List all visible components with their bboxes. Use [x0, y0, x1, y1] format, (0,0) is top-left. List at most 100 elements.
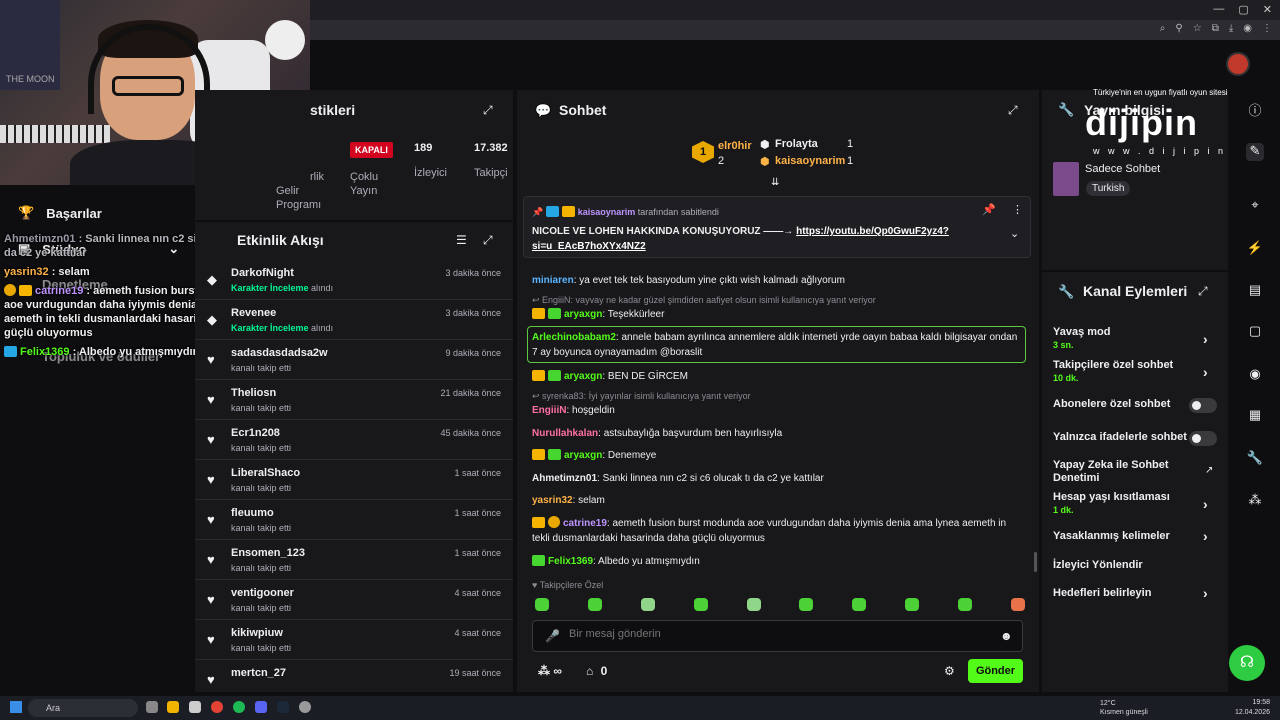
activity-username[interactable]: Ecr1n208	[231, 427, 280, 439]
close-icon[interactable]: ✕	[1263, 3, 1272, 16]
layout-icon[interactable]: ▦	[1246, 407, 1264, 425]
discord-icon[interactable]	[255, 701, 267, 713]
document-icon[interactable]: ▤	[1246, 282, 1264, 300]
collapse-icon[interactable]: ⇊	[771, 177, 779, 188]
chevron-right-icon[interactable]: ›	[1203, 364, 1208, 380]
edit-icon[interactable]: ✎	[1246, 143, 1264, 161]
expand-icon[interactable]: ⤢	[483, 103, 497, 117]
chat-scrollbar[interactable]	[1034, 552, 1037, 572]
chevron-right-icon[interactable]: ›	[1203, 331, 1208, 347]
activity-username[interactable]: mertcn_27	[231, 667, 286, 679]
activity-row[interactable]: ♥ mertcn_27 19 saat önce	[195, 660, 513, 692]
chat-username[interactable]: EngiiiN	[532, 405, 566, 416]
star-icon[interactable]: ☆	[1193, 23, 1202, 34]
activity-username[interactable]: sadasdasdadsa2w	[231, 347, 328, 359]
activity-username[interactable]: DarkofNight	[231, 267, 294, 279]
chat-username[interactable]: Nurullahkalan	[532, 428, 598, 439]
support-headset-icon[interactable]: ☊	[1229, 645, 1265, 681]
settings-gear-icon[interactable]: ⚙	[944, 664, 955, 678]
chat-username[interactable]: yasrin32	[532, 495, 573, 506]
unpin-icon[interactable]: 📌	[982, 203, 996, 216]
expand-icon[interactable]: ⤢	[1198, 284, 1212, 298]
activity-row[interactable]: ♥ Ecr1n208 kanalı takip etti 45 dakika önce	[195, 420, 513, 460]
activity-row[interactable]: ♥ sadasdasdadsa2w kanalı takip etti 9 dakik…	[195, 340, 513, 380]
activity-username[interactable]: fleuumo	[231, 507, 274, 519]
more-options-icon[interactable]: ⋮	[1012, 203, 1023, 216]
chat-username[interactable]: aryaxgn	[564, 450, 602, 461]
activity-row[interactable]: ♥ fleuumo kanalı takip etti 1 saat önce	[195, 500, 513, 540]
info-icon[interactable]: ⓘ	[1246, 100, 1264, 118]
community-icon[interactable]: ⁂	[1246, 492, 1264, 510]
chat-username[interactable]: catrine19	[563, 518, 607, 529]
file-explorer-icon[interactable]	[167, 701, 179, 713]
chat-input[interactable]	[569, 628, 989, 640]
sidebar-item-achievements[interactable]: 🏆 Başarılar	[18, 205, 102, 221]
opera-icon[interactable]	[211, 701, 223, 713]
emote-icon[interactable]	[587, 598, 602, 611]
taskbar-clock[interactable]: 19:58 12.04.2026	[1235, 698, 1270, 718]
activity-row[interactable]: ♥ ventigooner kanalı takip etti 4 saat önce	[195, 580, 513, 620]
chat-username[interactable]: Felix1369	[548, 556, 593, 567]
chat-username[interactable]: aryaxgn	[564, 309, 602, 320]
activity-row[interactable]: ♥ Theliosn kanalı takip etti 21 dakika önce	[195, 380, 513, 420]
activity-row[interactable]: ♥ Ensomen_123 kanalı takip etti 1 saat önce	[195, 540, 513, 580]
spotify-icon[interactable]	[233, 701, 245, 713]
focus-icon[interactable]: ⌖	[1246, 197, 1264, 215]
external-link-icon[interactable]: ↗	[1205, 465, 1213, 476]
settings-app-icon[interactable]	[189, 701, 201, 713]
lightning-icon[interactable]: ⚡	[1246, 240, 1264, 258]
broadcast-icon[interactable]: ◉	[1246, 366, 1264, 384]
emote-icon[interactable]	[535, 598, 549, 611]
slow-mode-item[interactable]: Yavaş mod 3 sn.	[1053, 326, 1110, 350]
microphone-icon[interactable]: 🎤	[545, 629, 560, 643]
expand-icon[interactable]: ⤢	[1008, 103, 1022, 117]
activity-username[interactable]: kikiwpiuw	[231, 627, 283, 639]
send-button[interactable]: Gönder	[968, 659, 1023, 683]
emotes-only-toggle[interactable]	[1189, 431, 1217, 446]
age-restriction-item[interactable]: Hesap yaşı kısıtlaması 1 dk.	[1053, 491, 1170, 515]
banned-words-item[interactable]: Yasaklanmış kelimeler	[1053, 530, 1170, 542]
followers-only-item[interactable]: Takipçilere özel sohbet 10 dk.	[1053, 359, 1173, 383]
chevron-down-icon[interactable]: ⌄	[1010, 227, 1019, 240]
emote-icon[interactable]	[640, 598, 655, 611]
activity-row[interactable]: ◆ DarkofNight Karakter İnceleme alındı 3 da…	[195, 260, 513, 300]
activity-username[interactable]: LiberalShaco	[231, 467, 300, 479]
user-avatar[interactable]	[1226, 52, 1250, 76]
activity-username[interactable]: Ensomen_123	[231, 547, 305, 559]
activity-row[interactable]: ♥ LiberalShaco kanalı takip etti 1 saat önc…	[195, 460, 513, 500]
wrench-icon[interactable]: 🔧	[1246, 450, 1264, 468]
extensions-icon[interactable]: ⧉	[1212, 23, 1219, 34]
profile-icon[interactable]: ◉	[1243, 23, 1252, 34]
zoom-icon[interactable]: ⌕	[1160, 23, 1166, 34]
activity-row[interactable]: ♥ kikiwpiuw kanalı takip etti 4 saat önce	[195, 620, 513, 660]
expand-icon[interactable]: ⤢	[483, 233, 497, 247]
chevron-right-icon[interactable]: ›	[1203, 496, 1208, 512]
obs-icon[interactable]	[299, 701, 311, 713]
menu-icon[interactable]: ⋮	[1262, 23, 1272, 34]
download-icon[interactable]: ⤓	[1229, 23, 1233, 34]
emote-icon[interactable]	[746, 598, 761, 611]
windows-start-icon[interactable]	[10, 701, 22, 713]
task-view-icon[interactable]	[146, 701, 158, 713]
emote-icon[interactable]	[693, 598, 708, 611]
chat-username[interactable]: aryaxgn	[564, 371, 602, 382]
activity-username[interactable]: Revenee	[231, 307, 276, 319]
viewer-mode-button[interactable]: ⁂ ∞	[538, 664, 562, 678]
minimize-icon[interactable]: —	[1213, 3, 1224, 16]
emote-icon[interactable]	[799, 598, 814, 611]
redirect-item[interactable]: İzleyici Yönlendir	[1053, 559, 1143, 571]
emote-icon[interactable]	[852, 598, 867, 611]
ai-moderation-item[interactable]: Yapay Zeka ile Sohbet Denetimi	[1053, 459, 1173, 485]
emote-icon[interactable]	[958, 598, 972, 611]
goals-item[interactable]: Hedefleri belirleyin	[1053, 587, 1151, 599]
filter-icon[interactable]: ☰	[456, 233, 470, 247]
chat-username[interactable]: Arlechinobabam2	[532, 332, 616, 343]
points-button[interactable]: ⌂ 0	[586, 664, 607, 678]
chat-username[interactable]: miniaren	[532, 275, 574, 286]
subs-only-toggle[interactable]	[1189, 398, 1217, 413]
emote-icon[interactable]	[1010, 598, 1025, 611]
taskbar-weather[interactable]: 12°C Kısmen güneşli	[1100, 699, 1148, 717]
chat-icon[interactable]: ▢	[1246, 323, 1264, 341]
activity-username[interactable]: ventigooner	[231, 587, 294, 599]
chevron-right-icon[interactable]: ›	[1203, 528, 1208, 544]
